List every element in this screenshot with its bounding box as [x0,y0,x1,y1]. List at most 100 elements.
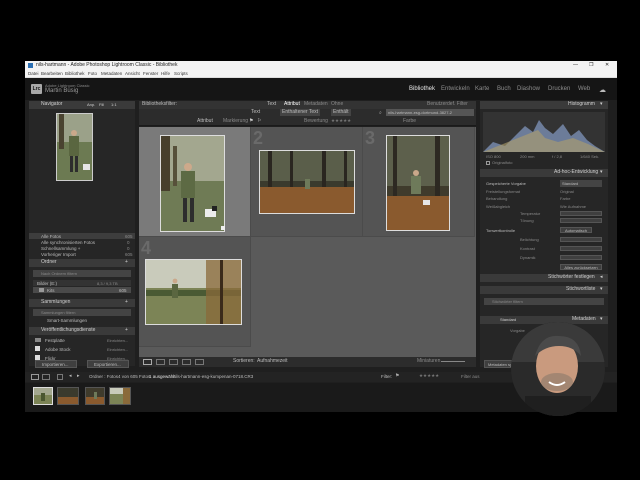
minimize-button[interactable]: — [573,62,578,69]
close-button[interactable]: ✕ [605,62,609,69]
maximize-button[interactable]: ❐ [589,62,593,69]
publish-festplatte[interactable]: Festplatte Einrichten... [33,337,131,343]
menu-ansicht[interactable]: Ansicht [125,70,140,77]
flag-filter-icon[interactable]: ⚑ [395,373,399,379]
treatment-select[interactable]: Farbe [560,195,570,202]
monitor-2-icon[interactable] [42,374,50,380]
menu-metadaten[interactable]: Metadaten [101,70,122,77]
temperature-stepper[interactable] [560,211,602,216]
menu-scripts[interactable]: Scripts [174,70,188,77]
navigator-preview[interactable] [56,113,93,181]
grid-cell-4[interactable]: 4 [139,237,251,347]
text-field-select[interactable]: Enthaltener Text [280,109,321,116]
publish-setup[interactable]: Einrichten... [107,346,128,353]
contrast-stepper[interactable] [560,246,602,251]
monitor-1-icon[interactable] [31,374,39,380]
filter-tab-attribute[interactable]: Attribut [284,101,300,108]
module-buch[interactable]: Buch [497,86,511,92]
reset-all-button[interactable]: Alles zurücksetzen [560,264,602,270]
photo-thumbnail-1[interactable] [160,135,225,232]
nav-zoom-1to1[interactable]: 1:1 [111,101,117,108]
menu-bearbeiten[interactable]: Bearbeiten [41,70,63,77]
people-view-icon[interactable] [195,359,204,365]
collections-add-icon[interactable]: + [125,299,128,306]
menu-bibliothek[interactable]: Bibliothek [65,70,85,77]
tint-stepper[interactable] [560,218,602,223]
filmstrip-thumb-4[interactable] [109,387,131,405]
module-bibliothek[interactable]: Bibliothek [409,86,435,92]
sort-select[interactable]: Aufnahmezeit [257,358,288,365]
metadata-preset[interactable]: Standard [500,316,516,323]
photo-thumbnail-2[interactable] [259,150,355,214]
folders-add-icon[interactable]: + [125,259,128,266]
publish-setup[interactable]: Einrichten... [107,337,128,344]
folder-row-kits[interactable]: Kits 605 [33,287,131,293]
loupe-view-icon[interactable] [156,359,165,365]
white-balance-select[interactable]: Wie Aufnahme [560,203,586,210]
grid-cell-3[interactable]: 3 [363,127,475,237]
grid-cell-1[interactable] [139,127,251,237]
thumbnail-size-slider[interactable] [441,361,465,362]
module-karte[interactable]: Karte [475,86,489,92]
filmstrip-source[interactable]: Ordner : Fotos [89,373,118,380]
collections-filter[interactable]: Sammlungen filtern [33,309,131,316]
folders-header[interactable]: Ordner + [29,259,135,267]
collections-header[interactable]: Sammlungen + [29,299,135,307]
cloud-icon[interactable]: ☁ [599,86,606,94]
vibrance-stepper[interactable] [560,255,602,260]
export-button[interactable]: Exportieren... [87,360,129,368]
photo-thumbnail-4[interactable] [145,259,242,325]
nav-forward-icon[interactable]: ▸ [77,373,80,380]
panel-collapse-icon[interactable]: ▾ [600,286,603,293]
folders-filter[interactable]: Nach Ordnern filtern [33,270,131,277]
text-rule-select[interactable]: Enthält [331,109,351,116]
panel-collapse-icon[interactable]: ▾ [600,101,603,108]
flag-icon[interactable]: ⚐ [257,118,261,124]
menu-fenster[interactable]: Fenster [143,70,158,77]
auto-tone-button[interactable]: Automatisch [560,227,592,233]
filter-preset-select[interactable]: Benutzerdef. Filter [427,101,468,108]
panel-collapse-icon[interactable]: ▾ [600,169,603,176]
grid-view-icon[interactable] [143,359,152,365]
rating-stars[interactable]: ★★★★★ [331,118,351,124]
original-photo-checkbox[interactable] [486,161,490,165]
collection-smart[interactable]: Smart-Sammlungen [33,317,131,323]
compare-view-icon[interactable] [169,359,178,365]
crop-select[interactable]: Original [560,188,574,195]
module-drucken[interactable]: Drucken [548,86,570,92]
keyword-filter[interactable]: Stichwörter filtern [484,298,604,305]
publish-adobe-stock[interactable]: Adobe Stock Einrichten... [33,346,131,352]
menu-hilfe[interactable]: Hilfe [161,70,170,77]
filmstrip-thumb-2[interactable] [57,387,79,405]
saved-preset-select[interactable]: Standard [560,180,602,187]
module-web[interactable]: Web [578,86,590,92]
keyword-list-header[interactable]: Stichwortliste ▾ [480,286,608,294]
quick-develop-header[interactable]: Ad-hoc-Entwicklung ▾ [480,169,608,177]
navigator-header[interactable]: Navigator Anp. Fill 1:1 [29,101,135,109]
filter-tab-none[interactable]: Ohne [331,101,343,108]
module-entwickeln[interactable]: Entwickeln [441,86,470,92]
grid-mode-icon[interactable] [57,374,63,380]
publish-add-icon[interactable]: + [125,327,128,334]
panel-collapse-icon[interactable]: ◂ [600,274,603,281]
nav-zoom-fit[interactable]: Anp. [87,101,95,108]
filter-tab-text[interactable]: Text [267,101,276,108]
nav-back-icon[interactable]: ◂ [69,373,72,380]
nav-zoom-fill[interactable]: Fill [99,101,104,108]
filter-tab-metadata[interactable]: Metadaten [304,101,328,108]
flag-icon[interactable]: ⚑ [249,118,253,124]
photo-thumbnail-3[interactable] [386,135,450,231]
menu-datei[interactable]: Datei [28,70,39,77]
filmstrip-filter-state[interactable]: Filter aus [461,373,480,380]
histogram-header[interactable]: Histogramm ▾ [480,101,608,109]
module-diashow[interactable]: Diashow [517,86,540,92]
keywording-header[interactable]: Stichwörter festlegen ◂ [480,274,608,282]
filmstrip-thumb-1[interactable] [33,387,53,405]
filmstrip-thumb-3[interactable] [85,387,105,405]
metadata-header[interactable]: Standard Metadaten ▾ [480,316,608,324]
filmstrip-rating-stars[interactable]: ★★★★★ [419,373,439,379]
survey-view-icon[interactable] [182,359,191,365]
publish-header[interactable]: Veröffentlichungsdienste + [29,327,135,335]
search-input[interactable]: nils-hartmann-esg-dortmund-3827-2 [386,109,474,116]
volume-row[interactable]: Bilder (E:) 8,3 / 9,3 TB [33,280,131,286]
